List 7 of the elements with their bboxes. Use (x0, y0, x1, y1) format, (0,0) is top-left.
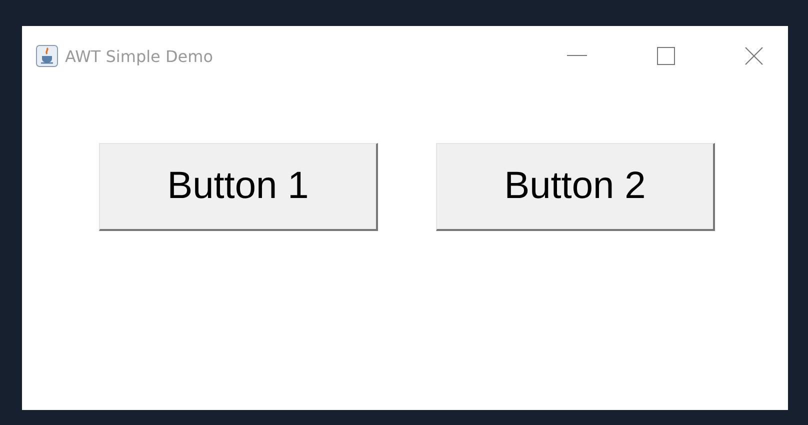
maximize-icon[interactable] (657, 47, 675, 65)
close-icon[interactable] (745, 47, 763, 65)
coffee-cup-icon (36, 45, 58, 67)
minimize-icon[interactable] (567, 55, 587, 57)
push-button[interactable]: Button 1 (99, 143, 378, 231)
push-button[interactable]: Button 2 (436, 143, 715, 231)
window-title: AWT Simple Demo (65, 46, 214, 66)
